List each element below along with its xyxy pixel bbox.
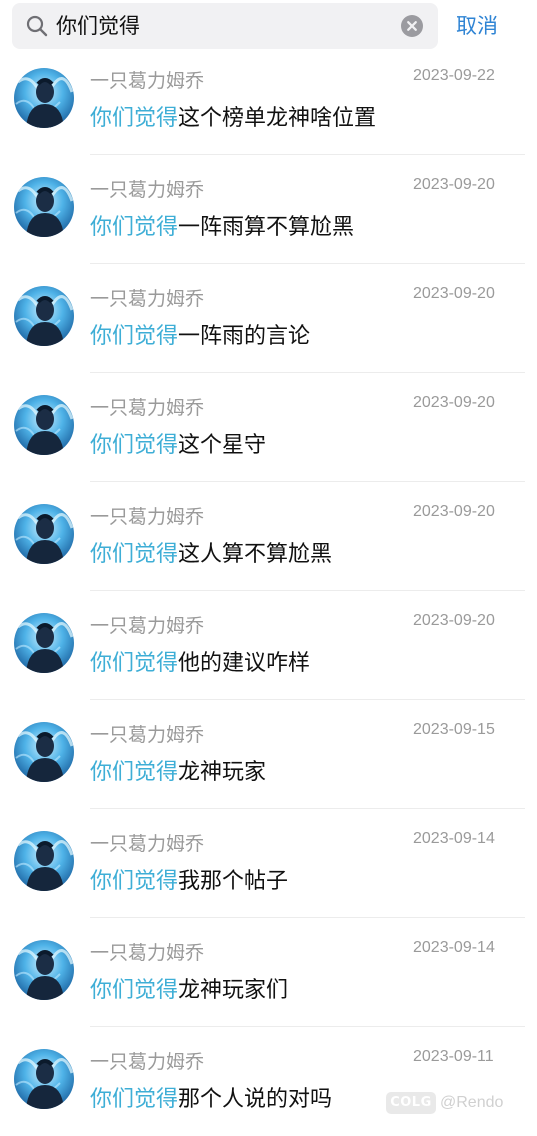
title-rest: 龙神玩家	[178, 760, 267, 785]
title-rest: 龙神玩家们	[178, 978, 289, 1003]
author-name: 一只葛力姆乔	[90, 615, 205, 637]
title-rest: 这个星守	[178, 433, 267, 458]
watermark-logo: COLG	[386, 1092, 436, 1114]
result-item[interactable]: 一只葛力姆乔 2023-09-20 你们觉得一阵雨算不算尬黑	[0, 155, 537, 264]
author-name: 一只葛力姆乔	[90, 506, 205, 528]
avatar[interactable]	[14, 722, 74, 782]
post-date: 2023-09-20	[413, 285, 495, 302]
title-highlight: 你们觉得	[90, 433, 179, 458]
title-rest: 我那个帖子	[178, 869, 289, 894]
title-highlight: 你们觉得	[90, 760, 179, 785]
author-name: 一只葛力姆乔	[90, 1051, 205, 1073]
post-date: 2023-09-14	[413, 830, 495, 847]
result-item[interactable]: 一只葛力姆乔 2023-09-20 你们觉得他的建议咋样	[0, 591, 537, 700]
title-highlight: 你们觉得	[90, 1087, 179, 1112]
cancel-button[interactable]: 取消	[456, 0, 506, 52]
search-results-list: 一只葛力姆乔 2023-09-22 你们觉得这个榜单龙神啥位置 一只葛力姆乔 2…	[0, 46, 537, 1136]
post-date: 2023-09-15	[413, 721, 495, 738]
title-rest: 那个人说的对吗	[178, 1087, 333, 1112]
post-date: 2023-09-20	[413, 612, 495, 629]
result-item[interactable]: 一只葛力姆乔 2023-09-22 你们觉得这个榜单龙神啥位置	[0, 46, 537, 155]
post-title[interactable]: 你们觉得这个星守	[90, 427, 266, 459]
result-item[interactable]: 一只葛力姆乔 2023-09-15 你们觉得龙神玩家	[0, 700, 537, 809]
author-name: 一只葛力姆乔	[90, 179, 205, 201]
author-name: 一只葛力姆乔	[90, 724, 205, 746]
avatar[interactable]	[14, 395, 74, 455]
title-rest: 这个榜单龙神啥位置	[178, 106, 377, 131]
author-name: 一只葛力姆乔	[90, 288, 205, 310]
avatar[interactable]	[14, 286, 74, 346]
avatar[interactable]	[14, 177, 74, 237]
post-date: 2023-09-20	[413, 503, 495, 520]
result-item[interactable]: 一只葛力姆乔 2023-09-20 你们觉得这人算不算尬黑	[0, 482, 537, 591]
author-name: 一只葛力姆乔	[90, 70, 205, 92]
title-rest: 一阵雨的言论	[178, 324, 311, 349]
search-input[interactable]	[56, 3, 396, 49]
result-item[interactable]: 一只葛力姆乔 2023-09-11 你们觉得那个人说的对吗	[0, 1027, 537, 1136]
post-title[interactable]: 你们觉得龙神玩家	[90, 754, 266, 786]
avatar[interactable]	[14, 1049, 74, 1109]
result-item[interactable]: 一只葛力姆乔 2023-09-14 你们觉得我那个帖子	[0, 809, 537, 918]
result-item[interactable]: 一只葛力姆乔 2023-09-20 你们觉得一阵雨的言论	[0, 264, 537, 373]
search-icon	[26, 15, 48, 37]
title-highlight: 你们觉得	[90, 978, 179, 1003]
post-title[interactable]: 你们觉得一阵雨的言论	[90, 318, 310, 350]
post-title[interactable]: 你们觉得一阵雨算不算尬黑	[90, 209, 354, 241]
post-date: 2023-09-20	[413, 176, 495, 193]
post-date: 2023-09-11	[413, 1048, 494, 1065]
avatar[interactable]	[14, 68, 74, 128]
post-title[interactable]: 你们觉得这人算不算尬黑	[90, 536, 332, 568]
post-title[interactable]: 你们觉得他的建议咋样	[90, 645, 310, 677]
author-name: 一只葛力姆乔	[90, 397, 205, 419]
title-rest: 他的建议咋样	[178, 651, 311, 676]
title-highlight: 你们觉得	[90, 106, 179, 131]
title-highlight: 你们觉得	[90, 542, 179, 567]
title-rest: 一阵雨算不算尬黑	[178, 215, 355, 240]
clear-icon[interactable]	[401, 15, 423, 37]
post-date: 2023-09-14	[413, 939, 495, 956]
post-title[interactable]: 你们觉得龙神玩家们	[90, 972, 288, 1004]
author-name: 一只葛力姆乔	[90, 942, 205, 964]
result-item[interactable]: 一只葛力姆乔 2023-09-20 你们觉得这个星守	[0, 373, 537, 482]
post-date: 2023-09-22	[413, 67, 495, 84]
title-highlight: 你们觉得	[90, 324, 179, 349]
post-title[interactable]: 你们觉得那个人说的对吗	[90, 1081, 332, 1113]
result-item[interactable]: 一只葛力姆乔 2023-09-14 你们觉得龙神玩家们	[0, 918, 537, 1027]
title-highlight: 你们觉得	[90, 215, 179, 240]
title-highlight: 你们觉得	[90, 651, 179, 676]
search-box[interactable]	[12, 3, 438, 49]
avatar[interactable]	[14, 831, 74, 891]
avatar[interactable]	[14, 504, 74, 564]
title-rest: 这人算不算尬黑	[178, 542, 333, 567]
post-date: 2023-09-20	[413, 394, 495, 411]
watermark-user: @Rendo	[440, 1094, 504, 1111]
post-title[interactable]: 你们觉得我那个帖子	[90, 863, 288, 895]
title-highlight: 你们觉得	[90, 869, 179, 894]
watermark: COLG @Rendo	[386, 1091, 518, 1115]
author-name: 一只葛力姆乔	[90, 833, 205, 855]
avatar[interactable]	[14, 613, 74, 673]
avatar[interactable]	[14, 940, 74, 1000]
post-title[interactable]: 你们觉得这个榜单龙神啥位置	[90, 100, 376, 132]
